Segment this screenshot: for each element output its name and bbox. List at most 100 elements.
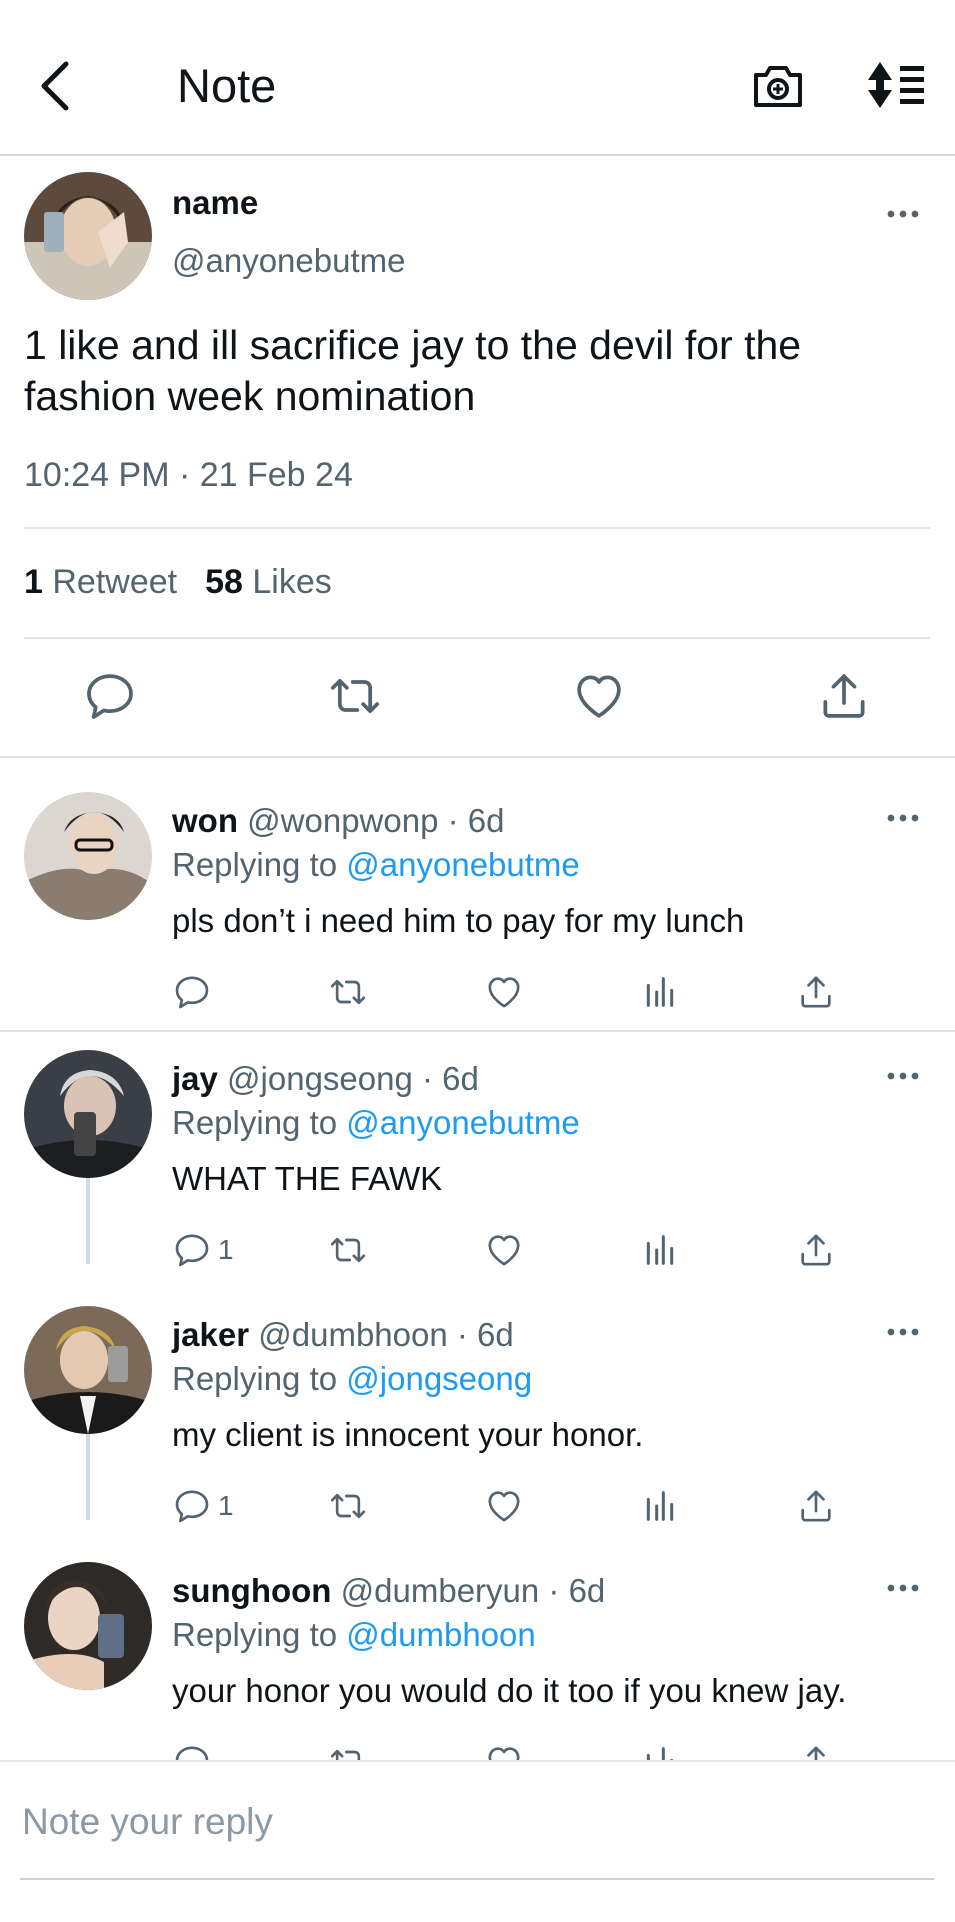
stats-icon	[640, 1230, 680, 1270]
retweet-button[interactable]	[328, 1230, 368, 1270]
reply-author-name[interactable]: sunghoon	[172, 1572, 331, 1609]
reply-input[interactable]	[20, 1786, 938, 1858]
divider	[24, 527, 930, 529]
share-icon	[816, 668, 872, 724]
reply-actions: 1	[172, 1486, 852, 1532]
view-stats-button[interactable]	[640, 1230, 680, 1270]
view-stats-button[interactable]	[640, 1486, 680, 1526]
replying-to: Replying to @dumbhoon	[172, 1616, 536, 1654]
share-button[interactable]	[816, 668, 872, 724]
sort-icon	[868, 62, 924, 108]
reply-text: your honor you would do it too if you kn…	[172, 1672, 847, 1709]
reply-author-name[interactable]: jaker	[172, 1316, 249, 1353]
author-name[interactable]: name	[172, 184, 258, 222]
like-button[interactable]	[484, 1230, 524, 1270]
heart-icon	[484, 1486, 524, 1526]
note-actions	[0, 668, 955, 728]
avatar-image	[24, 1562, 152, 1690]
mention-link[interactable]: @dumbhoon	[346, 1616, 535, 1653]
reply-text: my client is innocent your honor.	[172, 1416, 644, 1453]
note-stats: 1 Retweet 58 Likes	[24, 563, 332, 602]
reply-header: jay @jongseong · 6d	[172, 1060, 479, 1098]
reply-author-handle[interactable]: @dumberyun · 6d	[341, 1572, 606, 1609]
retweet-button[interactable]	[327, 668, 383, 724]
retweets-stat[interactable]: 1 Retweet	[24, 563, 177, 601]
avatar-image	[24, 172, 152, 300]
reply-author-name[interactable]: won	[172, 802, 238, 839]
share-icon	[796, 1230, 836, 1270]
avatar[interactable]	[24, 792, 152, 920]
avatar[interactable]	[24, 1306, 152, 1434]
replying-to-label: Replying to	[172, 846, 338, 883]
reply-button[interactable]: 1	[172, 1486, 234, 1526]
retweet-icon	[328, 1230, 368, 1270]
reply-icon	[82, 668, 138, 724]
retweet-icon	[328, 972, 368, 1012]
reply-actions	[172, 972, 852, 1018]
more-options-icon[interactable]	[886, 1582, 920, 1594]
heart-icon	[484, 972, 524, 1012]
more-options-icon[interactable]	[886, 208, 920, 220]
share-button[interactable]	[796, 1230, 836, 1270]
reply-text: WHAT THE FAWK	[172, 1160, 443, 1197]
view-stats-button[interactable]	[640, 972, 680, 1012]
likes-label: Likes	[252, 563, 332, 601]
share-icon	[796, 1486, 836, 1526]
stats-icon	[640, 1486, 680, 1526]
avatar-image	[24, 1306, 152, 1434]
camera-add-icon	[754, 66, 802, 107]
replying-to-label: Replying to	[172, 1616, 338, 1653]
chevron-left-icon	[41, 61, 69, 111]
avatar[interactable]	[24, 172, 152, 300]
mention-link[interactable]: @jongseong	[346, 1360, 532, 1397]
mention-link[interactable]: @anyonebutme	[346, 846, 579, 883]
author-handle[interactable]: @anyonebutme	[172, 242, 405, 280]
avatar-image	[24, 792, 152, 920]
share-button[interactable]	[796, 972, 836, 1012]
share-button[interactable]	[796, 1486, 836, 1526]
thread-line	[86, 1434, 90, 1520]
replying-to: Replying to @jongseong	[172, 1360, 532, 1398]
avatar[interactable]	[24, 1050, 152, 1178]
reply-icon	[172, 972, 212, 1012]
replying-to-label: Replying to	[172, 1360, 338, 1397]
likes-stat[interactable]: 58 Likes	[205, 563, 332, 601]
like-button[interactable]	[484, 972, 524, 1012]
avatar-image	[24, 1050, 152, 1178]
stats-icon	[640, 972, 680, 1012]
more-options-icon[interactable]	[886, 812, 920, 824]
more-options-icon[interactable]	[886, 1326, 920, 1338]
share-icon	[796, 972, 836, 1012]
reply-button[interactable]: 1	[172, 1230, 234, 1270]
reply-header: won @wonpwonp · 6d	[172, 802, 504, 840]
replying-to: Replying to @anyonebutme	[172, 1104, 580, 1142]
reply-button[interactable]	[82, 668, 138, 724]
heart-icon	[484, 1230, 524, 1270]
camera-button[interactable]	[752, 63, 804, 109]
retweet-button[interactable]	[328, 972, 368, 1012]
back-button[interactable]	[36, 60, 72, 112]
heart-icon	[571, 668, 627, 724]
reply-author-handle[interactable]: @wonpwonp · 6d	[247, 802, 504, 839]
avatar[interactable]	[24, 1562, 152, 1690]
likes-count: 58	[205, 563, 243, 601]
sort-button[interactable]	[866, 60, 926, 110]
like-button[interactable]	[484, 1486, 524, 1526]
reply-author-handle[interactable]: @dumbhoon · 6d	[258, 1316, 514, 1353]
divider	[0, 1030, 955, 1032]
reply-button[interactable]	[172, 972, 218, 1012]
more-options-icon[interactable]	[886, 1070, 920, 1082]
divider	[24, 637, 930, 639]
mention-link[interactable]: @anyonebutme	[346, 1104, 579, 1141]
reply-author-handle[interactable]: @jongseong · 6d	[227, 1060, 479, 1097]
reply-author-name[interactable]: jay	[172, 1060, 218, 1097]
reply-composer	[0, 1760, 955, 1922]
like-button[interactable]	[571, 668, 627, 724]
note-text: 1 like and ill sacrifice jay to the devi…	[24, 322, 802, 419]
retweets-count: 1	[24, 563, 43, 601]
replying-to-label: Replying to	[172, 1104, 338, 1141]
note-timestamp: 10:24 PM · 21 Feb 24	[24, 456, 353, 494]
retweets-label: Retweet	[52, 563, 178, 601]
retweet-button[interactable]	[328, 1486, 368, 1526]
reply-count: 1	[218, 1490, 234, 1521]
